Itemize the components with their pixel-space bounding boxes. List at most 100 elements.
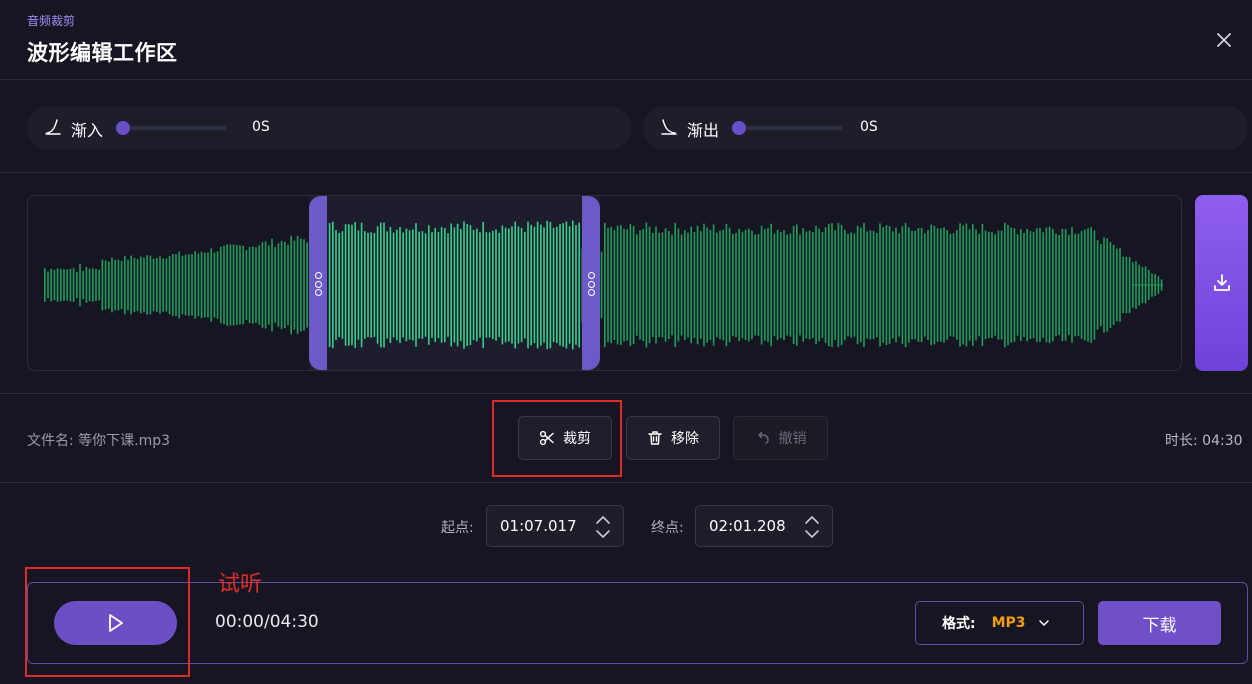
waveform-bar [792, 225, 795, 345]
waveform-bar [498, 232, 500, 337]
waveform-bar [514, 221, 516, 349]
waveform-bar [165, 258, 168, 312]
waveform-bar [773, 233, 776, 337]
waveform-bar [364, 231, 366, 339]
waveform-bar [821, 232, 824, 338]
waveform-bar [744, 229, 747, 341]
format-value: MP3 [991, 615, 1026, 631]
waveform-bar [504, 227, 507, 343]
waveform-bar [213, 252, 216, 318]
fade-in-slider-knob[interactable] [116, 121, 130, 135]
waveform-bar [671, 234, 673, 336]
fade-in-slider[interactable] [116, 121, 226, 135]
waveform-bar [940, 228, 942, 342]
waveform-bar [287, 244, 289, 325]
chevron-down-icon [1038, 620, 1049, 626]
end-time-input[interactable]: 02:01.208 [695, 505, 833, 547]
waveform-bar [1087, 228, 1089, 342]
waveform-bar [732, 233, 734, 337]
waveform-bar [63, 269, 65, 301]
format-select[interactable]: 格式: MP3 [915, 601, 1084, 645]
waveform-bar [152, 258, 155, 312]
waveform-bar [543, 227, 545, 343]
selection-start-handle[interactable] [309, 196, 327, 370]
waveform-bar [1071, 227, 1073, 343]
waveform-bar [1036, 228, 1038, 342]
waveform-bar [623, 228, 625, 342]
waveform-bar [751, 230, 753, 340]
waveform-bar [895, 227, 897, 343]
close-button[interactable] [1212, 28, 1236, 52]
waveform-bar [728, 227, 731, 343]
waveform-bar [786, 234, 788, 336]
waveform-bar [47, 271, 49, 299]
waveform-bar [981, 223, 984, 347]
waveform-bar [549, 221, 552, 349]
waveform-bar [293, 240, 296, 330]
fade-out-slider[interactable] [732, 121, 842, 135]
waveform-bar [901, 226, 904, 344]
waveform[interactable] [28, 196, 1182, 370]
waveform-bar [853, 233, 856, 337]
waveform-bar [684, 230, 686, 340]
waveform-bar [1090, 227, 1092, 343]
selection-end-handle[interactable] [582, 196, 600, 370]
waveform-panel[interactable] [27, 195, 1182, 371]
waveform-bar [341, 231, 344, 339]
waveform-bar [447, 233, 449, 337]
waveform-bar [117, 259, 120, 311]
waveform-bar [508, 228, 510, 342]
waveform-bar [984, 230, 987, 340]
remove-button[interactable]: 移除 [626, 416, 720, 460]
stepper-icon[interactable] [804, 514, 820, 540]
waveform-bar [876, 233, 878, 338]
waveform-bar [1032, 231, 1035, 339]
waveform-bar [748, 228, 750, 342]
waveform-bar [648, 226, 651, 344]
waveform-bar [943, 227, 945, 343]
download-side-button[interactable] [1195, 195, 1248, 371]
fade-out-slider-knob[interactable] [732, 121, 746, 135]
waveform-bar [805, 231, 808, 339]
waveform-bar [1055, 233, 1057, 337]
waveform-bar [1064, 229, 1067, 341]
waveform-bar [741, 231, 744, 339]
start-time-input[interactable]: 01:07.017 [486, 505, 624, 547]
stepper-icon[interactable] [595, 514, 611, 540]
undo-button[interactable]: 撤销 [733, 416, 828, 460]
waveform-bar [898, 233, 900, 337]
waveform-bar [354, 222, 356, 348]
waveform-bar [236, 245, 238, 325]
waveform-bar [562, 223, 564, 347]
waveform-bar [674, 222, 676, 347]
waveform-bar [844, 229, 846, 341]
waveform-bar [296, 236, 299, 334]
waveform-bar [914, 230, 916, 340]
waveform-bar [197, 253, 200, 317]
waveform-bar [463, 221, 465, 349]
waveform-bar [210, 248, 212, 322]
play-icon [108, 614, 123, 632]
play-button[interactable] [54, 601, 177, 645]
waveform-bar [360, 222, 363, 348]
cut-button[interactable]: 裁剪 [518, 416, 612, 460]
waveform-bar [460, 229, 462, 342]
waveform-bar [418, 231, 420, 339]
waveform-bar [437, 231, 440, 339]
waveform-bar [53, 269, 56, 301]
waveform-bar [239, 245, 241, 325]
download-button[interactable]: 下载 [1098, 601, 1221, 645]
waveform-bar [252, 246, 254, 324]
waveform-bar [578, 222, 580, 348]
waveform-bar [1100, 243, 1102, 327]
waveform-bar [1093, 230, 1096, 340]
waveform-bar [399, 227, 401, 343]
waveform-bar [1112, 245, 1115, 325]
waveform-bar [725, 223, 728, 347]
waveform-bar [303, 239, 305, 331]
drag-dots-icon [314, 272, 322, 296]
waveform-bar [159, 256, 161, 314]
waveform-bar [146, 255, 148, 315]
waveform-bar [280, 240, 283, 330]
divider [0, 172, 1252, 173]
